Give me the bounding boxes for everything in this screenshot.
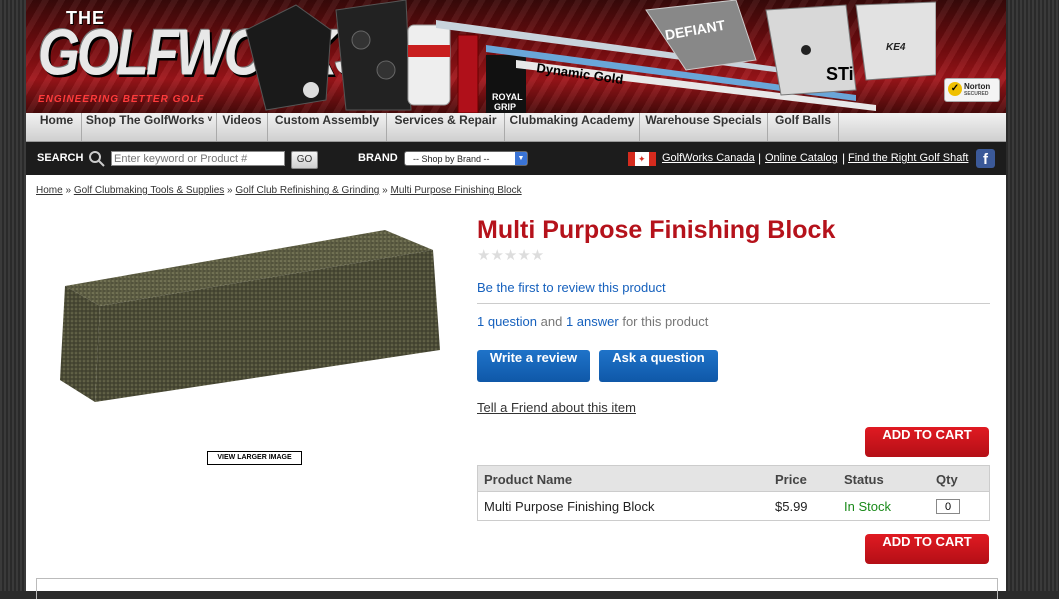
svg-text:GRIP: GRIP (494, 102, 516, 112)
qa-and-text: and (540, 314, 563, 329)
header-price: Price (775, 472, 807, 487)
lower-content-box (36, 578, 998, 599)
write-review-button[interactable]: Write a review (477, 350, 590, 382)
brand-select[interactable]: -- Shop by Brand -- ▼ (404, 151, 528, 166)
main-nav: Home Shop The GolfWorks ᵛ Videos Custom … (26, 113, 1006, 142)
facebook-icon[interactable]: f (976, 149, 995, 168)
nav-warehouse-specials[interactable]: Warehouse Specials (640, 113, 768, 141)
divider (477, 303, 990, 304)
breadcrumb-refinishing[interactable]: Golf Club Refinishing & Grinding (235, 185, 379, 196)
header-qty: Qty (936, 472, 958, 487)
logo-tagline: ENGINEERING BETTER GOLF (38, 94, 205, 105)
search-label: SEARCH (37, 152, 84, 164)
ask-question-button[interactable]: Ask a question (599, 350, 718, 382)
tell-friend-link[interactable]: Tell a Friend about this item (477, 400, 636, 415)
row-status: In Stock (844, 499, 891, 514)
banner-product-collage: ROYAL GRIP Dynamic Gold DEFIANT STi KE4 (245, 0, 936, 113)
product-image[interactable] (55, 220, 455, 435)
search-bar: SEARCH GO BRAND -- Shop by Brand -- ▼ ✦ … (26, 142, 1006, 175)
golfworks-canada-link[interactable]: GolfWorks Canada (662, 152, 755, 164)
chevron-down-icon: ▼ (515, 152, 527, 165)
norton-check-icon: ✓ (948, 82, 962, 96)
norton-subtext: SECURED (964, 91, 989, 97)
header-banner: THE GOLFWORKS ENGINEERING BETTER GOLF RO… (26, 0, 1006, 113)
brand-select-value: -- Shop by Brand -- (413, 154, 490, 164)
page-title: Multi Purpose Finishing Block (477, 216, 836, 244)
answers-link[interactable]: 1 answer (566, 314, 619, 329)
qa-summary: 1 question and 1 answer for this product (477, 314, 708, 329)
breadcrumb-current[interactable]: Multi Purpose Finishing Block (390, 185, 521, 196)
svg-text:STi: STi (826, 64, 854, 84)
nav-custom-assembly[interactable]: Custom Assembly (268, 113, 387, 141)
breadcrumb-tools-supplies[interactable]: Golf Clubmaking Tools & Supplies (74, 185, 224, 196)
svg-text:ROYAL: ROYAL (492, 92, 523, 102)
brand-label: BRAND (358, 152, 398, 164)
breadcrumb: Home » Golf Clubmaking Tools & Supplies … (36, 185, 522, 196)
quantity-input[interactable]: 0 (936, 499, 960, 514)
qa-tail-text: for this product (622, 314, 709, 329)
header-status: Status (844, 472, 884, 487)
row-price: $5.99 (775, 499, 808, 514)
nav-services-repair[interactable]: Services & Repair (387, 113, 505, 141)
svg-text:KE4: KE4 (886, 42, 906, 53)
nav-golf-balls[interactable]: Golf Balls (768, 113, 839, 141)
nav-home[interactable]: Home (32, 113, 82, 141)
rating-stars: ★★★★★ (477, 247, 545, 264)
find-golf-shaft-link[interactable]: Find the Right Golf Shaft (848, 152, 968, 164)
first-review-link[interactable]: Be the first to review this product (477, 280, 666, 295)
search-go-button[interactable]: GO (291, 151, 318, 169)
norton-badge[interactable]: ✓ Norton SECURED (944, 78, 1000, 102)
nav-shop[interactable]: Shop The GolfWorks ᵛ (82, 113, 217, 141)
add-to-cart-button-bottom[interactable]: ADD TO CART (865, 534, 989, 564)
header-product-name: Product Name (484, 472, 573, 487)
norton-text: Norton (964, 82, 991, 91)
view-larger-image-button[interactable]: VIEW LARGER IMAGE (207, 451, 302, 465)
product-table: Product Name Price Status Qty Multi Purp… (477, 465, 990, 521)
questions-link[interactable]: 1 question (477, 314, 537, 329)
canada-flag-icon: ✦ (628, 152, 656, 166)
online-catalog-link[interactable]: Online Catalog (765, 152, 838, 164)
search-icon[interactable] (88, 150, 106, 167)
breadcrumb-home[interactable]: Home (36, 185, 63, 196)
add-to-cart-button-top[interactable]: ADD TO CART (865, 427, 989, 457)
search-input[interactable] (111, 151, 285, 166)
site-logo[interactable]: THE GOLFWORKS ENGINEERING BETTER GOLF (34, 2, 371, 110)
nav-videos[interactable]: Videos (217, 113, 268, 141)
nav-clubmaking-academy[interactable]: Clubmaking Academy (505, 113, 640, 141)
row-product-name: Multi Purpose Finishing Block (484, 499, 655, 514)
